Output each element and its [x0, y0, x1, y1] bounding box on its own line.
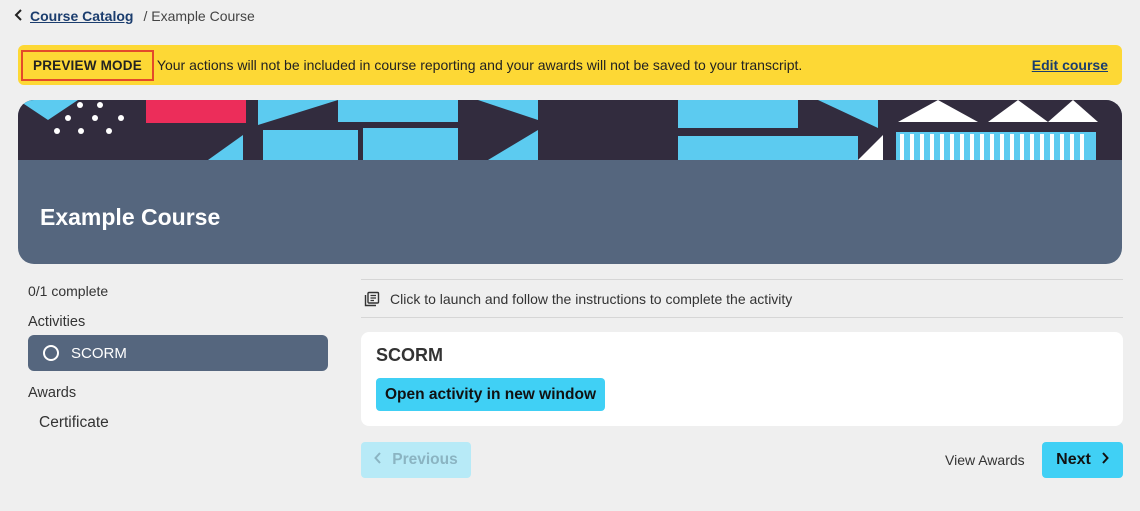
activity-panel: Click to launch and follow the instructi… [361, 279, 1123, 426]
edit-course-link[interactable]: Edit course [1032, 57, 1108, 73]
next-button[interactable]: Next [1042, 442, 1123, 478]
hero-pattern-graphic [18, 100, 1122, 160]
progress-text: 0/1 complete [28, 283, 109, 299]
preview-mode-label: PREVIEW MODE [21, 49, 154, 81]
chevron-left-icon [374, 451, 382, 469]
award-item-certificate[interactable]: Certificate [39, 414, 109, 432]
activities-heading: Activities [28, 314, 86, 330]
breadcrumb: Course Catalog / Example Course [14, 8, 255, 24]
launch-library-icon [364, 291, 380, 307]
course-sidebar: 0/1 complete Activities SCORM Awards Cer… [28, 280, 328, 431]
instruction-text: Click to launch and follow the instructi… [390, 290, 793, 307]
course-hero: Example Course [18, 100, 1122, 264]
open-activity-button[interactable]: Open activity in new window [376, 378, 605, 411]
next-button-label: Next [1056, 451, 1091, 468]
activity-card: SCORM Open activity in new window [361, 332, 1123, 426]
breadcrumb-course-catalog-link[interactable]: Course Catalog [30, 8, 133, 24]
chevron-left-icon[interactable] [14, 8, 28, 24]
sidebar-item-scorm[interactable]: SCORM [28, 335, 328, 371]
awards-heading: Awards [28, 385, 77, 401]
view-awards-link[interactable]: View Awards [945, 452, 1025, 468]
preview-mode-message: Your actions will not be included in cou… [156, 57, 803, 73]
preview-mode-banner: PREVIEW MODE Your actions will not be in… [18, 45, 1122, 85]
circle-outline-icon [43, 345, 59, 361]
breadcrumb-current: / Example Course [143, 8, 255, 24]
sidebar-item-label: SCORM [71, 344, 127, 362]
instruction-bar: Click to launch and follow the instructi… [361, 279, 1123, 318]
course-title: Example Course [40, 204, 221, 230]
activity-title: SCORM [376, 345, 443, 365]
chevron-right-icon [1101, 451, 1109, 469]
previous-button[interactable]: Previous [361, 442, 471, 478]
previous-button-label: Previous [392, 451, 458, 468]
